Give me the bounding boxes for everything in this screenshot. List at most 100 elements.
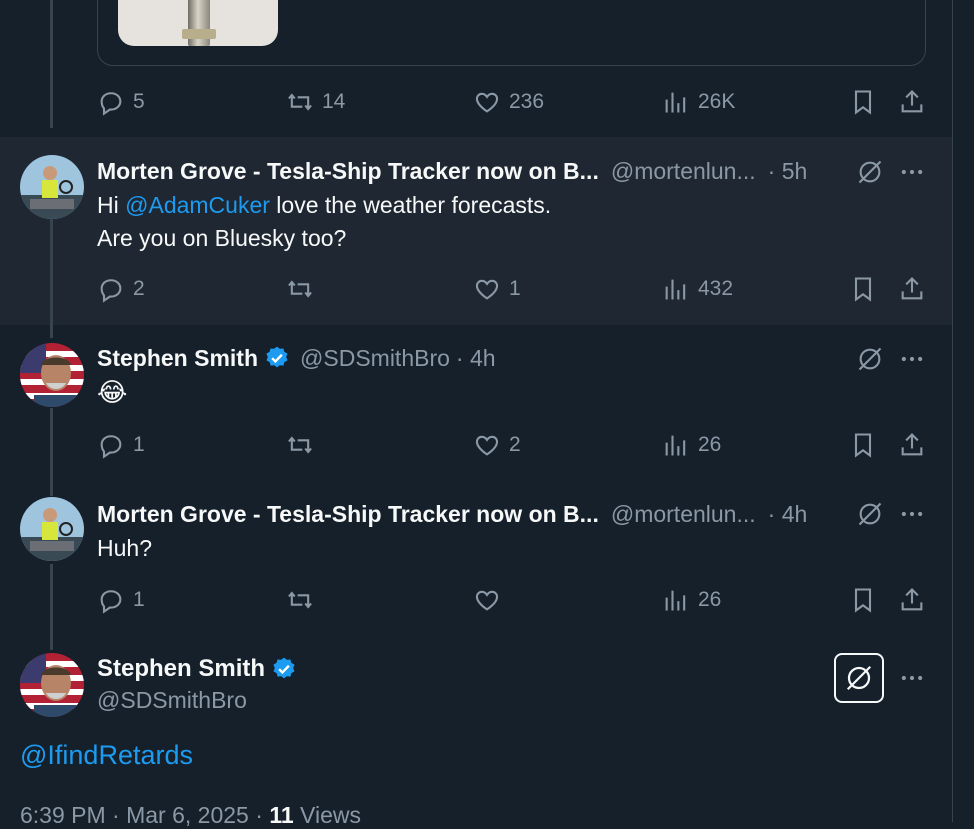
tweet-text: Hi @AdamCuker love the weather forecasts… xyxy=(97,189,551,255)
reply-count: 2 xyxy=(133,277,145,300)
tweet-text-part: love the weather forecasts. xyxy=(269,192,552,218)
tweet-metadata: 6:39 PM · Mar 6, 2025 · 11 Views xyxy=(20,802,361,828)
share-button[interactable] xyxy=(898,275,926,303)
avatar[interactable] xyxy=(20,653,84,717)
share-button[interactable] xyxy=(898,586,926,614)
views-button[interactable]: 26 xyxy=(662,431,721,459)
grok-button[interactable] xyxy=(834,653,884,703)
author-handle[interactable]: @mortenlun... xyxy=(611,158,756,185)
author-name[interactable]: Morten Grove - Tesla-Ship Tracker now on… xyxy=(97,158,599,185)
views-button[interactable]: 432 xyxy=(662,275,733,303)
reply-button[interactable]: 2 xyxy=(97,275,145,303)
views-count: 26K xyxy=(698,90,736,113)
reply-button[interactable]: 1 xyxy=(97,431,145,459)
share-icon xyxy=(901,433,923,456)
repost-icon xyxy=(288,591,312,609)
reply-icon xyxy=(100,590,122,614)
repost-icon xyxy=(288,436,312,454)
grok-icon xyxy=(846,665,872,691)
verified-badge-icon xyxy=(266,346,288,368)
views-count: 432 xyxy=(698,277,734,300)
repost-button[interactable] xyxy=(286,275,322,303)
reply-button[interactable]: 1 xyxy=(97,586,145,614)
bookmark-button[interactable] xyxy=(849,275,877,303)
like-button[interactable]: 1 xyxy=(473,275,521,303)
bookmark-icon xyxy=(854,90,872,115)
views-button[interactable]: 26K xyxy=(662,88,735,116)
like-button[interactable]: 236 xyxy=(473,88,544,116)
tweet-text-part: Hi xyxy=(97,192,126,218)
quoted-tweet-card[interactable] xyxy=(97,0,926,66)
heart-icon xyxy=(475,590,499,611)
views-count: 26 xyxy=(698,433,722,456)
share-icon xyxy=(901,588,923,611)
share-button[interactable] xyxy=(898,431,926,459)
repost-icon xyxy=(288,93,312,111)
more-options-icon[interactable] xyxy=(898,500,926,528)
repost-button[interactable]: 14 xyxy=(286,88,345,116)
bookmark-button[interactable] xyxy=(849,586,877,614)
bookmark-button[interactable] xyxy=(849,431,877,459)
grok-icon[interactable] xyxy=(856,500,884,528)
avatar[interactable] xyxy=(20,497,84,561)
author-handle[interactable]: @mortenlun... xyxy=(611,501,756,528)
tweet-date[interactable]: Mar 6, 2025 xyxy=(126,802,249,828)
like-button[interactable]: 2 xyxy=(473,431,521,459)
analytics-icon xyxy=(665,92,686,113)
grok-icon[interactable] xyxy=(856,158,884,186)
reply-icon xyxy=(100,92,122,116)
mention-link[interactable]: @IfindRetards xyxy=(20,740,193,771)
thread-line xyxy=(50,408,53,496)
timestamp[interactable]: · 4h xyxy=(456,345,496,372)
bookmark-icon xyxy=(854,433,872,458)
reply-icon xyxy=(100,435,122,459)
bookmark-icon xyxy=(854,277,872,302)
share-button[interactable] xyxy=(898,88,926,116)
timestamp[interactable]: · 4h xyxy=(768,501,808,528)
bookmark-icon xyxy=(854,588,872,613)
analytics-icon xyxy=(665,279,686,300)
heart-icon xyxy=(475,279,499,300)
thread-line xyxy=(50,218,53,338)
avatar[interactable] xyxy=(20,155,84,219)
tweet-text: Huh? xyxy=(97,535,152,561)
author-name[interactable]: Stephen Smith xyxy=(97,345,258,372)
more-options-icon[interactable] xyxy=(898,664,926,692)
like-button[interactable] xyxy=(473,586,509,614)
reply-icon xyxy=(100,279,122,303)
reply-count: 5 xyxy=(133,90,145,113)
column-border xyxy=(952,0,953,822)
more-options-icon[interactable] xyxy=(898,345,926,373)
quoted-tweet-image[interactable] xyxy=(118,0,278,46)
thread-line xyxy=(50,0,53,128)
reply-count: 1 xyxy=(133,433,145,456)
like-count: 2 xyxy=(509,433,521,456)
views-count: 26 xyxy=(698,588,722,611)
analytics-icon xyxy=(665,435,686,456)
bookmark-button[interactable] xyxy=(849,88,877,116)
author-name[interactable]: Morten Grove - Tesla-Ship Tracker now on… xyxy=(97,501,599,528)
heart-icon xyxy=(475,435,499,456)
mention-link[interactable]: @AdamCuker xyxy=(125,192,270,218)
author-handle[interactable]: @SDSmithBro xyxy=(300,345,450,372)
repost-button[interactable] xyxy=(286,431,322,459)
thread-line xyxy=(50,564,53,650)
more-options-icon[interactable] xyxy=(898,158,926,186)
reply-button[interactable]: 5 xyxy=(97,88,145,116)
share-icon xyxy=(901,277,923,300)
like-count: 1 xyxy=(509,277,521,300)
tweet-text: 😂 xyxy=(97,377,128,407)
repost-button[interactable] xyxy=(286,586,322,614)
reply-count: 1 xyxy=(133,588,145,611)
views-button[interactable]: 26 xyxy=(662,586,721,614)
timestamp[interactable]: · 5h xyxy=(768,158,808,185)
repost-count: 14 xyxy=(322,90,346,113)
avatar[interactable] xyxy=(20,343,84,407)
tweet-time[interactable]: 6:39 PM xyxy=(20,802,106,828)
author-handle[interactable]: @SDSmithBro xyxy=(97,687,247,714)
repost-icon xyxy=(288,280,312,298)
views-count: 11 xyxy=(269,802,294,828)
author-name[interactable]: Stephen Smith xyxy=(97,655,265,683)
grok-icon[interactable] xyxy=(856,345,884,373)
like-count: 236 xyxy=(509,90,545,113)
